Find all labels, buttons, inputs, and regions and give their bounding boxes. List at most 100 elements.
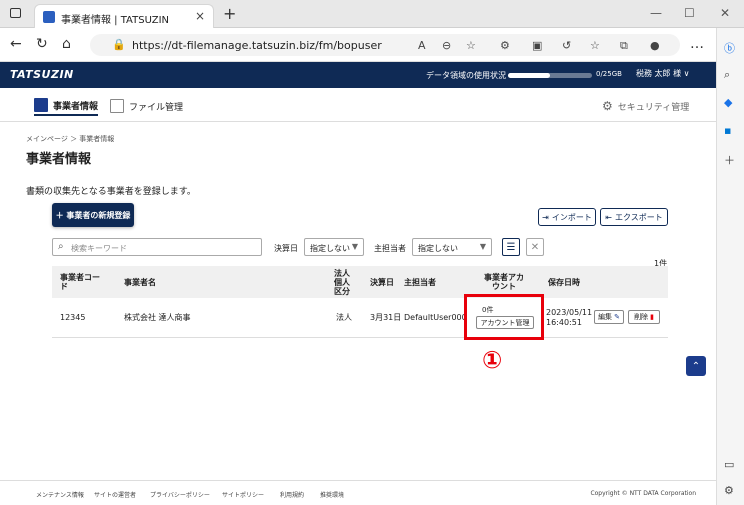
search-input[interactable]: ⌕ 検索キーワード — [52, 238, 262, 256]
add-sidebar-icon[interactable]: ＋ — [724, 152, 735, 168]
file-icon — [110, 99, 124, 113]
fiscal-label: 決算日 — [274, 244, 298, 253]
maximize-button[interactable]: ☐ — [684, 6, 695, 20]
nav-label: セキュリティ管理 — [617, 102, 690, 113]
more-icon[interactable]: … — [690, 36, 704, 52]
gear-icon: ⚙ — [602, 99, 613, 113]
cell-type: 法人 — [336, 313, 352, 322]
shopping-icon[interactable]: ◆ — [724, 96, 732, 109]
chevron-up-icon: ⌃ — [691, 360, 701, 372]
address-bar-row: ← ↻ ⌂ 🔒 https://dt-filemanage.tatsuzin.b… — [0, 28, 744, 62]
user-menu[interactable]: 税務 太郎 様 ∨ — [636, 68, 689, 79]
app-header: TATSUZIN データ領域の使用状況 0/25GB 税務 太郎 様 ∨ — [0, 62, 716, 88]
zoom-icon[interactable]: ⊖ — [442, 39, 451, 52]
browser-tab[interactable]: 事業者情報 | TATSUZIN × — [34, 4, 214, 28]
refresh-icon[interactable]: ↻ — [36, 36, 48, 52]
favorites-icon[interactable]: ☆ — [590, 39, 600, 52]
outlook-icon[interactable]: ▪ — [724, 124, 731, 137]
search-icon: ⌕ — [58, 241, 64, 252]
sidebar-layout-icon[interactable]: ▭ — [724, 458, 734, 471]
table-header: 事業者コード 事業者名 法人個人区分 決算日 主担当者 事業者アカウント 保存日… — [52, 266, 668, 298]
fiscal-select[interactable]: 指定しない ▼ — [304, 238, 364, 256]
th-type: 法人個人区分 — [334, 268, 350, 296]
tab-title: 事業者情報 | TATSUZIN — [61, 15, 170, 26]
th-name: 事業者名 — [124, 277, 156, 287]
url-field[interactable]: 🔒 https://dt-filemanage.tatsuzin.biz/fm/… — [90, 34, 680, 56]
favicon-icon — [43, 11, 55, 23]
annotation-highlight-box — [464, 294, 544, 340]
tab-actions-icon[interactable] — [10, 8, 21, 18]
cell-saved: 2023/05/11 16:40:51 — [546, 308, 593, 327]
breadcrumb[interactable]: メインページ ＞ 事業者情報 — [26, 134, 114, 144]
read-aloud-icon[interactable]: A — [418, 39, 426, 52]
import-icon: ⇥ — [542, 212, 549, 222]
home-icon[interactable]: ⌂ — [62, 36, 71, 52]
pencil-icon: ✎ — [614, 313, 620, 321]
footer-link-maintenance[interactable]: メンテナンス情報 — [36, 490, 84, 499]
scroll-top-button[interactable]: ⌃ — [686, 356, 706, 376]
building-icon — [34, 98, 48, 112]
filter-settings-button[interactable]: ☰ — [502, 238, 520, 256]
nav-business-info[interactable]: 事業者情報 — [34, 96, 99, 116]
owner-label: 主担当者 — [374, 244, 406, 253]
export-button[interactable]: ⇤ エクスポート — [600, 208, 668, 226]
cell-fiscal: 3月31日 — [370, 313, 402, 322]
th-owner: 主担当者 — [404, 277, 436, 287]
th-code: 事業者コード — [60, 273, 100, 291]
import-label: インポート — [551, 212, 592, 222]
add-business-button[interactable]: ＋ 事業者の新規登録 — [52, 203, 134, 227]
sliders-icon: ☰ — [506, 241, 516, 253]
th-saved: 保存日時 — [548, 277, 580, 287]
footer: メンテナンス情報 サイトの運営者 プライバシーポリシー サイトポリシー 利用規約… — [0, 480, 716, 505]
table-row[interactable]: 12345 株式会社 達人商事 法人 3月31日 DefaultUser000 … — [52, 298, 668, 338]
search-sidebar-icon[interactable]: ⌕ — [724, 68, 730, 82]
usage-bar — [508, 73, 592, 78]
delete-button[interactable]: 削除 ▮ — [628, 310, 660, 324]
usage-fill — [508, 73, 550, 78]
collections-icon[interactable]: ⧉ — [620, 39, 628, 53]
close-icon: ✕ — [530, 241, 540, 253]
delete-label: 削除 — [634, 313, 649, 321]
page-title: 事業者情報 — [26, 152, 92, 167]
search-placeholder: 検索キーワード — [71, 244, 127, 253]
nav-label: 事業者情報 — [53, 101, 99, 112]
export-label: エクスポート — [614, 212, 663, 222]
app-logo: TATSUZIN — [10, 68, 74, 81]
cell-owner: DefaultUser000 — [404, 313, 464, 322]
copilot-icon[interactable]: ⓑ — [724, 40, 735, 56]
fiscal-value: 指定しない — [310, 244, 350, 253]
favorite-icon[interactable]: ☆ — [466, 39, 476, 52]
refresh-ext-icon[interactable]: ↺ — [562, 39, 571, 52]
owner-value: 指定しない — [418, 244, 458, 253]
browser-sidebar: ⓑ ⌕ ◆ ▪ ＋ ▭ ⚙ — [716, 28, 744, 505]
footer-link-operator[interactable]: サイトの運営者 — [94, 490, 136, 499]
nav-label: ファイル管理 — [129, 102, 184, 113]
nav-file-management[interactable]: ファイル管理 — [110, 96, 183, 116]
annotation-marker: ① — [482, 346, 503, 374]
import-button[interactable]: ⇥ インポート — [538, 208, 596, 226]
profile-icon[interactable]: ● — [650, 39, 660, 52]
clear-filter-button[interactable]: ✕ — [526, 238, 544, 256]
cell-name: 株式会社 達人商事 — [124, 313, 191, 322]
extension-icon[interactable]: ⚙ — [500, 39, 510, 52]
new-tab-button[interactable]: + — [223, 4, 236, 23]
copyright: Copyright © NTT DATA Corporation — [590, 490, 696, 497]
tab-close-icon[interactable]: × — [195, 9, 205, 23]
close-window-button[interactable]: ✕ — [720, 6, 730, 20]
page-description: 書類の収集先となる事業者を登録します。 — [26, 187, 196, 197]
footer-link-environment[interactable]: 推奨環境 — [320, 490, 344, 499]
footer-link-privacy[interactable]: プライバシーポリシー — [150, 490, 210, 499]
minimize-button[interactable]: — — [650, 6, 662, 20]
nav-security[interactable]: ⚙ セキュリティ管理 — [602, 96, 689, 116]
chevron-down-icon: ▼ — [479, 242, 486, 251]
usage-text: 0/25GB — [596, 70, 622, 78]
back-icon[interactable]: ← — [10, 36, 22, 52]
settings-icon[interactable]: ⚙ — [724, 484, 734, 497]
edit-button[interactable]: 編集 ✎ — [594, 310, 624, 324]
owner-select[interactable]: 指定しない ▼ — [412, 238, 492, 256]
footer-link-sitepolicy[interactable]: サイトポリシー — [222, 490, 264, 499]
footer-link-terms[interactable]: 利用規約 — [280, 490, 304, 499]
trash-icon: ▮ — [650, 313, 654, 321]
browser-tab-bar: 事業者情報 | TATSUZIN × + — ☐ ✕ — [0, 0, 744, 28]
extension2-icon[interactable]: ▣ — [532, 39, 542, 52]
